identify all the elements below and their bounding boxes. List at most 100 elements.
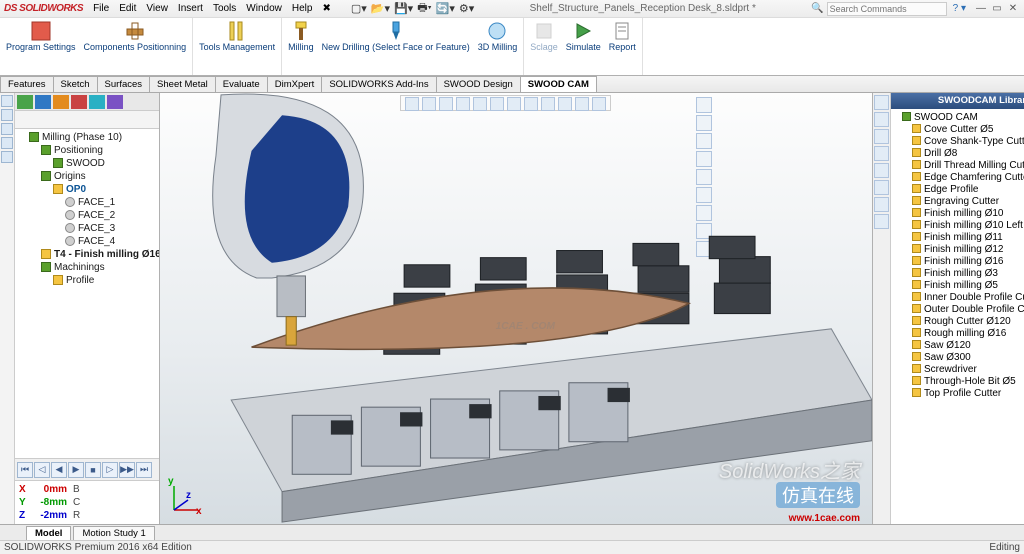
tree-machinings[interactable]: Machinings (41, 261, 157, 274)
library-item[interactable]: Edge Chamfering Cutter (912, 171, 1024, 183)
tools-management-button[interactable]: Tools Management (199, 20, 275, 52)
vtool-item[interactable] (1, 109, 13, 121)
vtool-item[interactable] (1, 137, 13, 149)
taskpane-tab-icon[interactable] (874, 163, 889, 178)
report-button[interactable]: Report (609, 20, 636, 52)
tab-swood-cam[interactable]: SWOOD CAM (520, 76, 597, 92)
tab-swood-design[interactable]: SWOOD Design (436, 76, 521, 92)
save-icon[interactable]: 💾▾ (394, 2, 413, 15)
library-item[interactable]: Screwdriver (912, 363, 1024, 375)
tab-sketch[interactable]: Sketch (53, 76, 98, 92)
play-next-icon[interactable]: ▶▶ (119, 462, 135, 478)
vtool-item[interactable] (1, 95, 13, 107)
library-item[interactable]: Drill Thread Milling Cutter M8 1.5D (912, 159, 1024, 171)
tree-origins[interactable]: Origins (41, 170, 157, 183)
fm-tab-icon[interactable] (17, 95, 33, 109)
taskpane-tab-icon[interactable] (874, 95, 889, 110)
help-icon[interactable]: ? ▾ (953, 3, 966, 14)
minimize-icon[interactable]: — (974, 3, 988, 14)
new-doc-icon[interactable]: ▢▾ (351, 2, 367, 15)
library-item[interactable]: Drill Ø8 (912, 147, 1024, 159)
play-play-icon[interactable]: ▶ (68, 462, 84, 478)
tab-features[interactable]: Features (0, 76, 54, 92)
menu-view[interactable]: View (146, 3, 168, 14)
fm-tab-icon[interactable] (107, 95, 123, 109)
play-first-icon[interactable]: ⏮ (17, 462, 33, 478)
fm-tab-icon[interactable] (71, 95, 87, 109)
tree-swood[interactable]: SWOOD (53, 157, 157, 170)
tree-face1[interactable]: FACE_1 (65, 196, 157, 209)
fm-tab-icon[interactable] (89, 95, 105, 109)
library-item[interactable]: Finish milling Ø16 (912, 255, 1024, 267)
taskpane-tab-icon[interactable] (874, 197, 889, 212)
menu-edit[interactable]: Edit (119, 3, 136, 14)
restore-icon[interactable]: ▭ (990, 3, 1004, 14)
vtool-item[interactable] (1, 123, 13, 135)
taskpane-tab-icon[interactable] (874, 146, 889, 161)
sclage-button[interactable]: Sclage (530, 20, 558, 52)
menu-help[interactable]: Help (292, 3, 313, 14)
fm-tab-icon[interactable] (35, 95, 51, 109)
library-item[interactable]: Cove Cutter Ø5 (912, 123, 1024, 135)
tree-profile[interactable]: Profile (53, 274, 157, 287)
library-item[interactable]: Finish milling Ø11 (912, 231, 1024, 243)
3d-milling-button[interactable]: 3D Milling (478, 20, 518, 52)
tree-face4[interactable]: FACE_4 (65, 235, 157, 248)
rebuild-icon[interactable]: 🔄▾ (436, 2, 455, 15)
menu-tools[interactable]: Tools (213, 3, 236, 14)
library-item[interactable]: Cove Shank-Type Cutter Ø30 (912, 135, 1024, 147)
tree-op0[interactable]: OP0 (53, 183, 157, 196)
tab-evaluate[interactable]: Evaluate (215, 76, 268, 92)
taskpane-tab-icon[interactable] (874, 112, 889, 127)
options-icon[interactable]: ⚙▾ (459, 2, 474, 15)
tree-face2[interactable]: FACE_2 (65, 209, 157, 222)
library-item[interactable]: Saw Ø300 (912, 351, 1024, 363)
vtool-item[interactable] (1, 151, 13, 163)
graphics-viewport[interactable]: 1CAE . COM x y z SolidWorks之家 仿真在线 www.1… (160, 93, 872, 524)
library-item[interactable]: Finish milling Ø10 (912, 207, 1024, 219)
play-back-icon[interactable]: ◀ (51, 462, 67, 478)
print-icon[interactable]: 🖶▾ (417, 0, 431, 18)
library-item[interactable]: Finish milling Ø12 (912, 243, 1024, 255)
library-item[interactable]: Finish milling Ø10 Left (912, 219, 1024, 231)
library-item[interactable]: Inner Double Profile Cutter (912, 291, 1024, 303)
milling-button[interactable]: Milling (288, 20, 314, 52)
library-root[interactable]: SWOOD CAM (902, 111, 1024, 123)
tab-surfaces[interactable]: Surfaces (97, 76, 151, 92)
library-item[interactable]: Finish milling Ø5 (912, 279, 1024, 291)
tab-model[interactable]: Model (26, 526, 71, 540)
library-tree[interactable]: SWOOD CAM Cove Cutter Ø5Cove Shank-Type … (891, 109, 1024, 524)
tab-dimxpert[interactable]: DimXpert (267, 76, 323, 92)
menu-insert[interactable]: Insert (178, 3, 203, 14)
library-item[interactable]: Engraving Cutter (912, 195, 1024, 207)
tab-solidworks-addins[interactable]: SOLIDWORKS Add-Ins (321, 76, 436, 92)
library-item[interactable]: Rough Cutter Ø120 (912, 315, 1024, 327)
library-item[interactable]: Top Profile Cutter (912, 387, 1024, 399)
menu-file[interactable]: File (93, 3, 109, 14)
simulate-button[interactable]: Simulate (566, 20, 601, 52)
new-drilling-button[interactable]: New Drilling (Select Face or Feature) (322, 20, 470, 52)
play-fwd-icon[interactable]: ▷ (102, 462, 118, 478)
components-positioning-button[interactable]: Components Positionning (84, 20, 187, 52)
menu-window[interactable]: Window (246, 3, 282, 14)
tree-tool-op[interactable]: T4 - Finish milling Ø16 (41, 248, 157, 261)
fm-tab-icon[interactable] (53, 95, 69, 109)
library-item[interactable]: Outer Double Profile Cutter R3 (912, 303, 1024, 315)
search-commands-input[interactable] (827, 2, 947, 16)
library-item[interactable]: Finish milling Ø3 (912, 267, 1024, 279)
tab-sheetmetal[interactable]: Sheet Metal (149, 76, 216, 92)
play-prev-icon[interactable]: ◁ (34, 462, 50, 478)
taskpane-tab-icon[interactable] (874, 129, 889, 144)
library-item[interactable]: Rough milling Ø16 (912, 327, 1024, 339)
program-settings-button[interactable]: Program Settings (6, 20, 76, 52)
open-doc-icon[interactable]: 📂▾ (371, 2, 390, 15)
taskpane-tab-icon[interactable] (874, 214, 889, 229)
play-stop-icon[interactable]: ■ (85, 462, 101, 478)
tab-motion-study[interactable]: Motion Study 1 (73, 526, 154, 540)
close-icon[interactable]: ✕ (1006, 3, 1020, 14)
library-item[interactable]: Edge Profile (912, 183, 1024, 195)
tree-face3[interactable]: FACE_3 (65, 222, 157, 235)
play-last-icon[interactable]: ⏭ (136, 462, 152, 478)
tree-root[interactable]: Milling (Phase 10) (29, 131, 157, 144)
library-item[interactable]: Through-Hole Bit Ø5 (912, 375, 1024, 387)
